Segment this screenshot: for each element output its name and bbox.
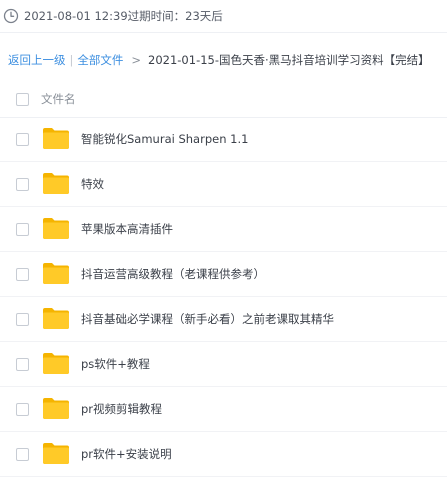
- file-name[interactable]: pr视频剪辑教程: [81, 401, 162, 417]
- row-checkbox[interactable]: [16, 313, 29, 326]
- back-link[interactable]: 返回上一级: [8, 53, 66, 67]
- breadcrumb-arrow-icon: >: [131, 53, 142, 67]
- file-name[interactable]: 抖音基础必学课程（新手必看）之前老课取其精华: [81, 311, 334, 327]
- expiry-text: 2021-08-01 12:39过期时间：23天后: [24, 9, 223, 23]
- folder-icon: [43, 398, 69, 419]
- clock-icon: [3, 8, 19, 24]
- folder-icon: [43, 128, 69, 149]
- current-folder: 2021-01-15-国色天香·黑马抖音培训学习资料【完结】: [148, 53, 430, 67]
- file-name[interactable]: 智能锐化Samurai Sharpen 1.1: [81, 131, 248, 147]
- file-row[interactable]: 抖音基础必学课程（新手必看）之前老课取其精华: [0, 297, 447, 342]
- row-checkbox[interactable]: [16, 178, 29, 191]
- file-row[interactable]: pr视频剪辑教程: [0, 387, 447, 432]
- folder-icon: [43, 218, 69, 239]
- name-column-header[interactable]: 文件名: [41, 91, 76, 107]
- folder-icon: [43, 308, 69, 329]
- row-checkbox[interactable]: [16, 268, 29, 281]
- row-checkbox[interactable]: [16, 403, 29, 416]
- folder-icon: [43, 443, 69, 464]
- file-name[interactable]: pr软件+安装说明: [81, 446, 172, 462]
- file-row[interactable]: 苹果版本高清插件: [0, 207, 447, 252]
- row-checkbox[interactable]: [16, 133, 29, 146]
- file-name[interactable]: 特效: [81, 176, 104, 192]
- folder-icon: [43, 263, 69, 284]
- share-page: 2021-08-01 12:39过期时间：23天后 返回上一级 | 全部文件 >202…: [0, 0, 447, 492]
- file-row[interactable]: 抖音运营高级教程（老课程供参考）: [0, 252, 447, 297]
- select-all-checkbox[interactable]: [16, 93, 29, 106]
- folder-icon: [43, 173, 69, 194]
- row-checkbox[interactable]: [16, 448, 29, 461]
- all-files-link[interactable]: 全部文件: [77, 53, 123, 67]
- breadcrumb: 返回上一级 | 全部文件 >2021-01-15-国色天香·黑马抖音培训学习资料【完结…: [8, 51, 430, 69]
- expiry-bar: 2021-08-01 12:39过期时间：23天后: [0, 0, 447, 33]
- file-row[interactable]: ps软件+教程: [0, 342, 447, 387]
- list-header: 文件名: [0, 81, 447, 118]
- file-row[interactable]: pr软件+安装说明: [0, 432, 447, 477]
- file-name[interactable]: 苹果版本高清插件: [81, 221, 173, 237]
- file-row[interactable]: 智能锐化Samurai Sharpen 1.1: [0, 117, 447, 162]
- file-row[interactable]: 特效: [0, 162, 447, 207]
- row-checkbox[interactable]: [16, 223, 29, 236]
- row-checkbox[interactable]: [16, 358, 29, 371]
- folder-icon: [43, 353, 69, 374]
- file-name[interactable]: 抖音运营高级教程（老课程供参考）: [81, 266, 265, 282]
- breadcrumb-separator: |: [69, 53, 74, 67]
- file-name[interactable]: ps软件+教程: [81, 356, 150, 372]
